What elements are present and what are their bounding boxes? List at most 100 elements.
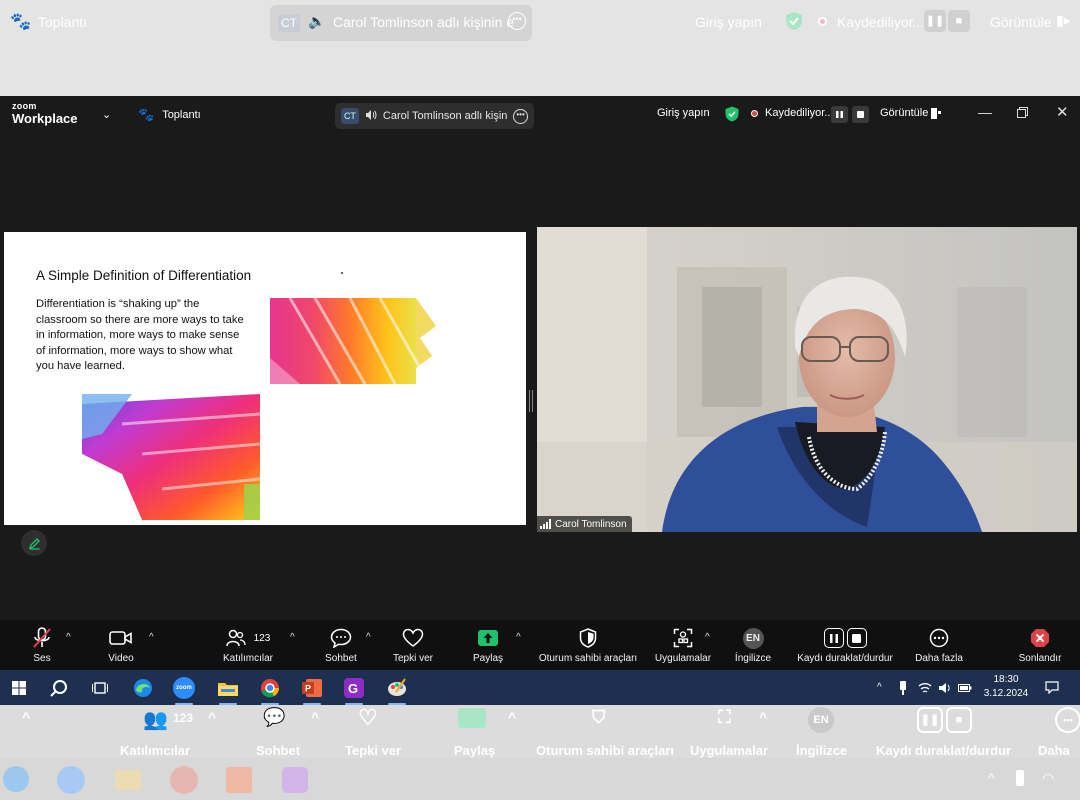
paint-strokes-image-bottom [82, 394, 260, 520]
ghost-shield-icon-2: ⛉ [592, 707, 606, 727]
apps-label: Uygulamalar [654, 653, 712, 664]
participants-options-caret[interactable]: ^ [290, 632, 295, 643]
edge-icon[interactable] [131, 676, 155, 700]
shared-screen-slide: A Simple Definition of Differentiation D… [4, 232, 526, 525]
recording-status: Kaydediliyor... [765, 107, 834, 119]
more-label: Daha fazla [915, 653, 963, 664]
share-screen-icon [477, 626, 499, 650]
more-icon [929, 626, 949, 650]
host-tools-label: Oturum sahibi araçları [538, 653, 638, 664]
audio-label: Ses [33, 653, 51, 664]
ghost-zoom-icon [57, 766, 85, 794]
title-bar: zoom Workplace ⌄ 🐾 Toplantı CT Carol Tom… [0, 96, 1080, 134]
ghost-participants-icon: 👥 [143, 709, 168, 731]
participant-video[interactable]: Carol Tomlinson [537, 227, 1077, 532]
stop-icon[interactable] [852, 106, 869, 123]
microphone-muted-icon [32, 626, 52, 650]
ghost-caret-3: ^ [311, 709, 320, 725]
pencil-icon [28, 537, 40, 550]
video-options-caret[interactable]: ^ [149, 632, 154, 643]
zoom-app-icon[interactable]: zoom [172, 676, 196, 705]
powerpoint-icon[interactable]: P [300, 676, 324, 705]
audio-options-caret[interactable]: ^ [66, 632, 71, 643]
ghost-volume-icon: 🔈 [308, 13, 326, 29]
brand-bottom: Workplace [12, 111, 78, 126]
ghost-caret-2: ^ [208, 709, 217, 725]
ghost-recording-control: Kaydı duraklat/durdur [876, 743, 1012, 758]
signin-link[interactable]: Giriş yapın [657, 107, 710, 119]
ghost-edge-icon [3, 766, 29, 792]
active-speaker-pill[interactable]: CT Carol Tomlinson adlı kişinin e ••• [335, 103, 534, 129]
ghost-tray-chevron: ^ [988, 770, 995, 786]
task-view-icon[interactable] [88, 676, 112, 700]
ghost-view-icon: ▮▸ [1056, 12, 1071, 28]
view-menu[interactable]: Görüntüle [880, 107, 928, 119]
ghost-language: İngilizce [796, 743, 848, 758]
end-call-icon [1030, 626, 1050, 650]
paint-app-icon[interactable] [385, 676, 409, 705]
tray-chevron-up-icon[interactable]: ^ [877, 670, 882, 705]
usb-icon[interactable] [899, 670, 907, 705]
ghost-meeting-label: Toplantı [38, 14, 88, 30]
ghost-participants: Katılımcılar [120, 743, 191, 758]
share-options-caret[interactable]: ^ [516, 632, 521, 643]
zoom-window: zoom Workplace ⌄ 🐾 Toplantı CT Carol Tom… [0, 96, 1080, 670]
end-label: Sonlandır [1018, 653, 1062, 664]
panel-resize-handle[interactable] [529, 390, 533, 412]
system-clock[interactable]: 18:30 3.12.2024 [983, 673, 1029, 701]
wifi-icon[interactable] [918, 670, 932, 705]
ghost-share-icon [458, 708, 486, 728]
pause-icon[interactable] [831, 106, 848, 123]
ghost-language-badge: EN [808, 707, 834, 733]
view-layout-icon[interactable] [931, 108, 941, 119]
pause-recording-icon [823, 628, 844, 648]
paw-icon: 🐾 [138, 107, 155, 122]
slide-body: Differentiation is “shaking up” the clas… [36, 298, 244, 373]
zoom-brand-logo: zoom Workplace [12, 101, 78, 126]
pdf-app-icon[interactable]: G [342, 676, 366, 705]
active-speaker-text: Carol Tomlinson adlı kişinin e [382, 110, 508, 122]
ghost-heart-icon: ♡ [358, 705, 378, 730]
chrome-icon[interactable] [258, 676, 282, 705]
participant-name: Carol Tomlinson [555, 518, 627, 530]
ghost-rec-dot [818, 17, 827, 26]
recording-control-button[interactable]: Kaydı duraklat/durdur [785, 626, 905, 664]
search-icon[interactable] [47, 676, 71, 700]
slide-title: A Simple Definition of Differentiation [36, 268, 252, 283]
language-label: İngilizce [734, 653, 772, 664]
participants-count: 123 [253, 632, 271, 644]
notification-icon[interactable] [1045, 670, 1059, 705]
battery-icon[interactable] [958, 670, 972, 705]
background-taskbar: ^ ◠ [0, 758, 1080, 800]
windows-start-icon[interactable] [7, 676, 31, 700]
participants-label: Katılımcılar [222, 653, 273, 664]
end-meeting-button[interactable]: Sonlandır [995, 626, 1080, 664]
restore-icon[interactable] [1017, 105, 1028, 121]
ghost-host-tools: Oturum sahibi araçları [536, 743, 674, 758]
ghost-apps: Uygulamalar [690, 743, 769, 758]
host-tools-button[interactable]: Oturum sahibi araçları [539, 626, 637, 664]
svg-text:G: G [348, 681, 358, 696]
ghost-powerpoint-icon [226, 767, 252, 793]
ghost-apps-icon: ⛶ [718, 707, 731, 727]
recording-mini-controls [827, 106, 869, 123]
file-explorer-icon[interactable] [216, 676, 240, 705]
security-shield-icon[interactable] [725, 106, 739, 122]
annotate-pencil-button[interactable] [21, 530, 47, 556]
ghost-folder-icon [115, 770, 141, 790]
volume-icon[interactable] [938, 670, 952, 705]
ghost-stop-icon-2: ■ [946, 707, 972, 733]
meeting-info-button[interactable]: 🐾 Toplantı [138, 107, 201, 123]
more-button[interactable]: Daha fazla [894, 626, 984, 664]
more-options-icon[interactable]: ••• [513, 108, 529, 124]
audio-button[interactable]: Ses [0, 626, 87, 664]
chevron-down-icon[interactable]: ⌄ [102, 108, 111, 121]
ghost-chrome-icon [170, 766, 198, 794]
close-icon[interactable]: ✕ [1056, 103, 1069, 121]
ghost-caret-1: ^ [22, 709, 31, 725]
brand-top: zoom [12, 101, 37, 111]
minimize-icon[interactable]: — [978, 104, 992, 120]
meeting-label: Toplantı [162, 109, 201, 121]
ghost-wifi-icon: ◠ [1042, 770, 1055, 786]
participants-button[interactable]: 123 Katılımcılar [203, 626, 293, 664]
